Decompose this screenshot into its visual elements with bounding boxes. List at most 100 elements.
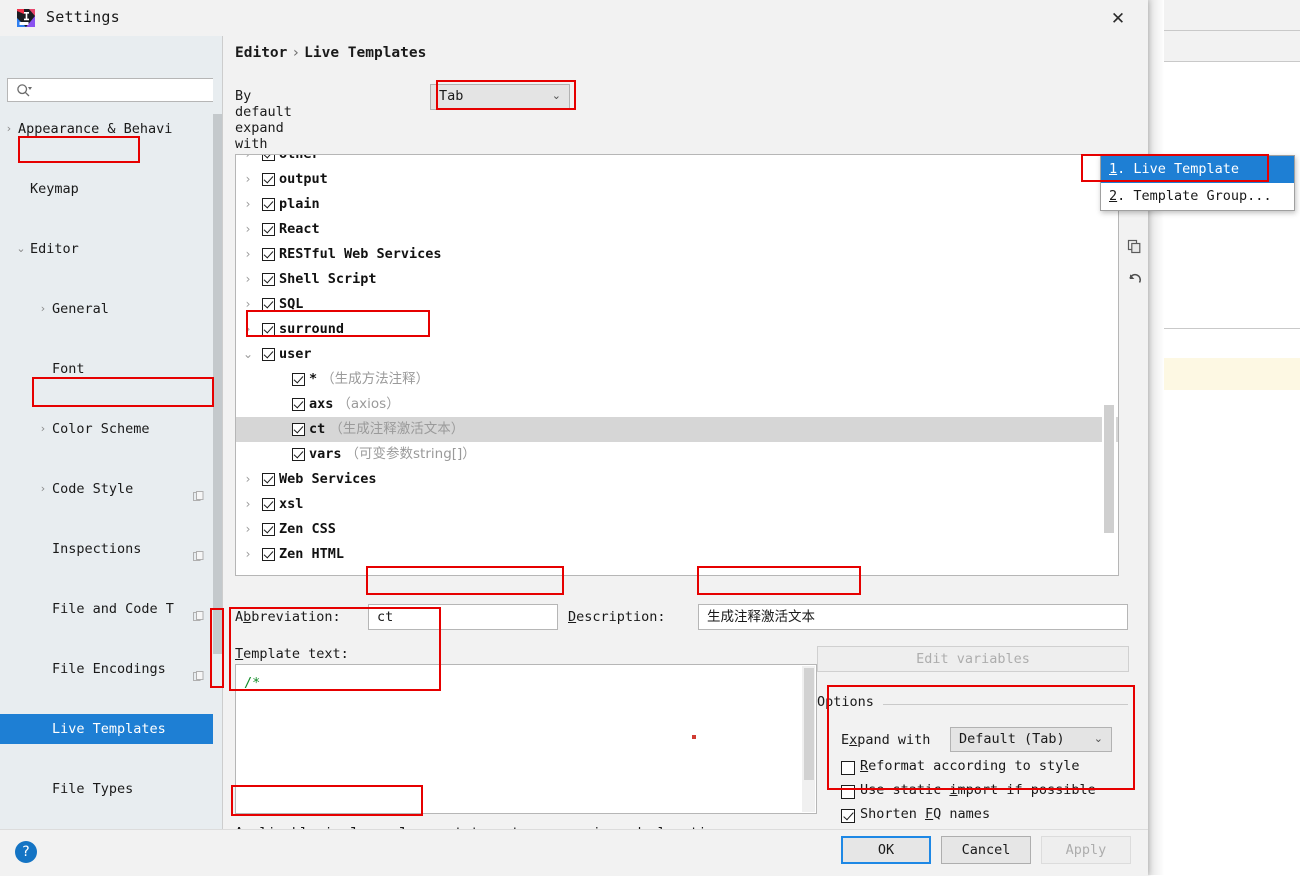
config-scope-icon	[193, 543, 204, 561]
template-row-label: axs （axios）	[309, 392, 400, 417]
template-enabled-checkbox[interactable]	[262, 223, 275, 236]
expand-with-combobox[interactable]: Default (Tab) ⌄	[950, 727, 1112, 752]
template-row-label: other	[279, 155, 320, 167]
breadcrumb-leaf: Live Templates	[304, 45, 427, 61]
template-enabled-checkbox[interactable]	[262, 198, 275, 211]
template-enabled-checkbox[interactable]	[262, 273, 275, 286]
table-row[interactable]: › output	[236, 167, 1118, 192]
checkbox-box[interactable]	[841, 761, 855, 775]
sidebar-item-editor[interactable]: ⌄ Editor	[0, 234, 222, 264]
checkbox-box[interactable]	[841, 785, 855, 799]
sidebar-scroll-area[interactable]: › Appearance & Behavi Keymap ⌄ Editor › Genera…	[0, 76, 222, 829]
template-text-value: /*	[244, 675, 261, 691]
sidebar-item-general[interactable]: › General	[0, 294, 222, 324]
template-enabled-checkbox[interactable]	[262, 323, 275, 336]
table-row[interactable]: › surround	[236, 317, 1118, 342]
chevron-right-icon[interactable]: ›	[242, 492, 254, 517]
default-expand-combobox[interactable]: Tab ⌄	[430, 84, 570, 110]
table-row[interactable]: › other	[236, 155, 1118, 167]
sidebar-item-code-style[interactable]: › Code Style	[0, 474, 222, 504]
template-tree-scrollbar-thumb[interactable]	[1104, 405, 1114, 533]
template-enabled-checkbox[interactable]	[292, 448, 305, 461]
table-row[interactable]: axs （axios）	[236, 392, 1118, 417]
template-enabled-checkbox[interactable]	[262, 523, 275, 536]
checkbox-box[interactable]	[841, 809, 855, 823]
chevron-down-icon[interactable]: ⌄	[242, 342, 254, 367]
description-input[interactable]: 生成注释激活文本	[698, 604, 1128, 630]
chevron-right-icon[interactable]: ›	[38, 414, 48, 444]
table-row[interactable]: ct （生成注释激活文本）	[236, 417, 1118, 442]
sidebar-item-keymap[interactable]: Keymap	[0, 174, 222, 204]
config-scope-icon	[193, 483, 204, 501]
revert-arrow-icon[interactable]	[1121, 264, 1147, 292]
template-enabled-checkbox[interactable]	[262, 473, 275, 486]
template-enabled-checkbox[interactable]	[292, 398, 305, 411]
edit-variables-button[interactable]: Edit variables	[817, 646, 1129, 672]
template-enabled-checkbox[interactable]	[262, 548, 275, 561]
table-row[interactable]: * （生成方法注释）	[236, 367, 1118, 392]
sidebar-item-color-scheme[interactable]: › Color Scheme	[0, 414, 222, 444]
cancel-button[interactable]: Cancel	[941, 836, 1031, 864]
template-enabled-checkbox[interactable]	[262, 298, 275, 311]
sidebar-item-font[interactable]: Font	[0, 354, 222, 384]
chevron-right-icon[interactable]: ›	[242, 317, 254, 342]
table-row[interactable]: › RESTful Web Services	[236, 242, 1118, 267]
table-row[interactable]: › Zen HTML	[236, 542, 1118, 567]
template-row-label: Web Services	[279, 467, 377, 492]
menu-item-2[interactable]: 2. Template Group...	[1101, 183, 1294, 210]
template-text-editor[interactable]: /*	[235, 664, 817, 814]
default-expand-value: Tab	[439, 88, 464, 104]
copy-icon[interactable]	[1121, 232, 1147, 260]
table-row[interactable]: › Shell Script	[236, 267, 1118, 292]
ok-button[interactable]: OK	[841, 836, 931, 864]
sidebar-item-file-encodings[interactable]: File Encodings	[0, 654, 222, 684]
template-tree-panel[interactable]: › other › output › plain › React › RESTful Web Se…	[235, 154, 1119, 576]
menu-item-label: . Live Template	[1117, 161, 1240, 177]
chevron-right-icon[interactable]: ›	[242, 542, 254, 567]
sidebar-item-live-templates[interactable]: Live Templates	[0, 714, 222, 744]
table-row[interactable]: vars （可变参数string[]）	[236, 442, 1118, 467]
table-row[interactable]: › plain	[236, 192, 1118, 217]
breadcrumb-root[interactable]: Editor	[235, 45, 287, 61]
sidebar-item-appearance-behavi[interactable]: › Appearance & Behavi	[0, 114, 222, 144]
template-row-name: axs	[309, 396, 334, 412]
template-enabled-checkbox[interactable]	[292, 423, 305, 436]
chevron-right-icon[interactable]: ›	[38, 294, 48, 324]
table-row[interactable]: › Zen CSS	[236, 517, 1118, 542]
template-enabled-checkbox[interactable]	[262, 173, 275, 186]
table-row[interactable]: › xsl	[236, 492, 1118, 517]
chevron-right-icon[interactable]: ›	[242, 292, 254, 317]
table-row[interactable]: › SQL	[236, 292, 1118, 317]
template-enabled-checkbox[interactable]	[262, 155, 275, 161]
apply-button[interactable]: Apply	[1041, 836, 1131, 864]
chevron-right-icon[interactable]: ›	[242, 242, 254, 267]
chevron-down-icon[interactable]: ⌄	[16, 234, 26, 264]
sidebar-item-file-types[interactable]: File Types	[0, 774, 222, 804]
background-divider-3	[1148, 328, 1300, 329]
table-row[interactable]: › Web Services	[236, 467, 1118, 492]
sidebar-item-inspections[interactable]: Inspections	[0, 534, 222, 564]
chevron-right-icon[interactable]: ›	[242, 167, 254, 192]
template-enabled-checkbox[interactable]	[292, 373, 305, 386]
chevron-right-icon[interactable]: ›	[242, 517, 254, 542]
template-enabled-checkbox[interactable]	[262, 498, 275, 511]
chevron-right-icon[interactable]: ›	[38, 474, 48, 504]
chevron-right-icon[interactable]: ›	[242, 217, 254, 242]
abbreviation-input[interactable]: ct	[368, 604, 558, 630]
abbreviation-label: Abbreviation:	[235, 609, 341, 625]
chevron-right-icon[interactable]: ›	[4, 114, 14, 144]
chevron-right-icon[interactable]: ›	[242, 267, 254, 292]
sidebar-item-file-and-code-t[interactable]: File and Code T	[0, 594, 222, 624]
table-row[interactable]: ⌄ user	[236, 342, 1118, 367]
sidebar-scrollbar-thumb[interactable]	[213, 114, 222, 654]
template-enabled-checkbox[interactable]	[262, 348, 275, 361]
template-text-scrollbar-thumb[interactable]	[804, 668, 814, 780]
close-icon[interactable]: ✕	[1098, 6, 1138, 32]
table-row[interactable]: › React	[236, 217, 1118, 242]
template-enabled-checkbox[interactable]	[262, 248, 275, 261]
chevron-right-icon[interactable]: ›	[242, 467, 254, 492]
menu-item-1[interactable]: 1. Live Template	[1101, 156, 1294, 183]
help-icon[interactable]: ?	[15, 841, 37, 863]
chevron-right-icon[interactable]: ›	[242, 192, 254, 217]
chevron-right-icon[interactable]: ›	[242, 155, 254, 167]
